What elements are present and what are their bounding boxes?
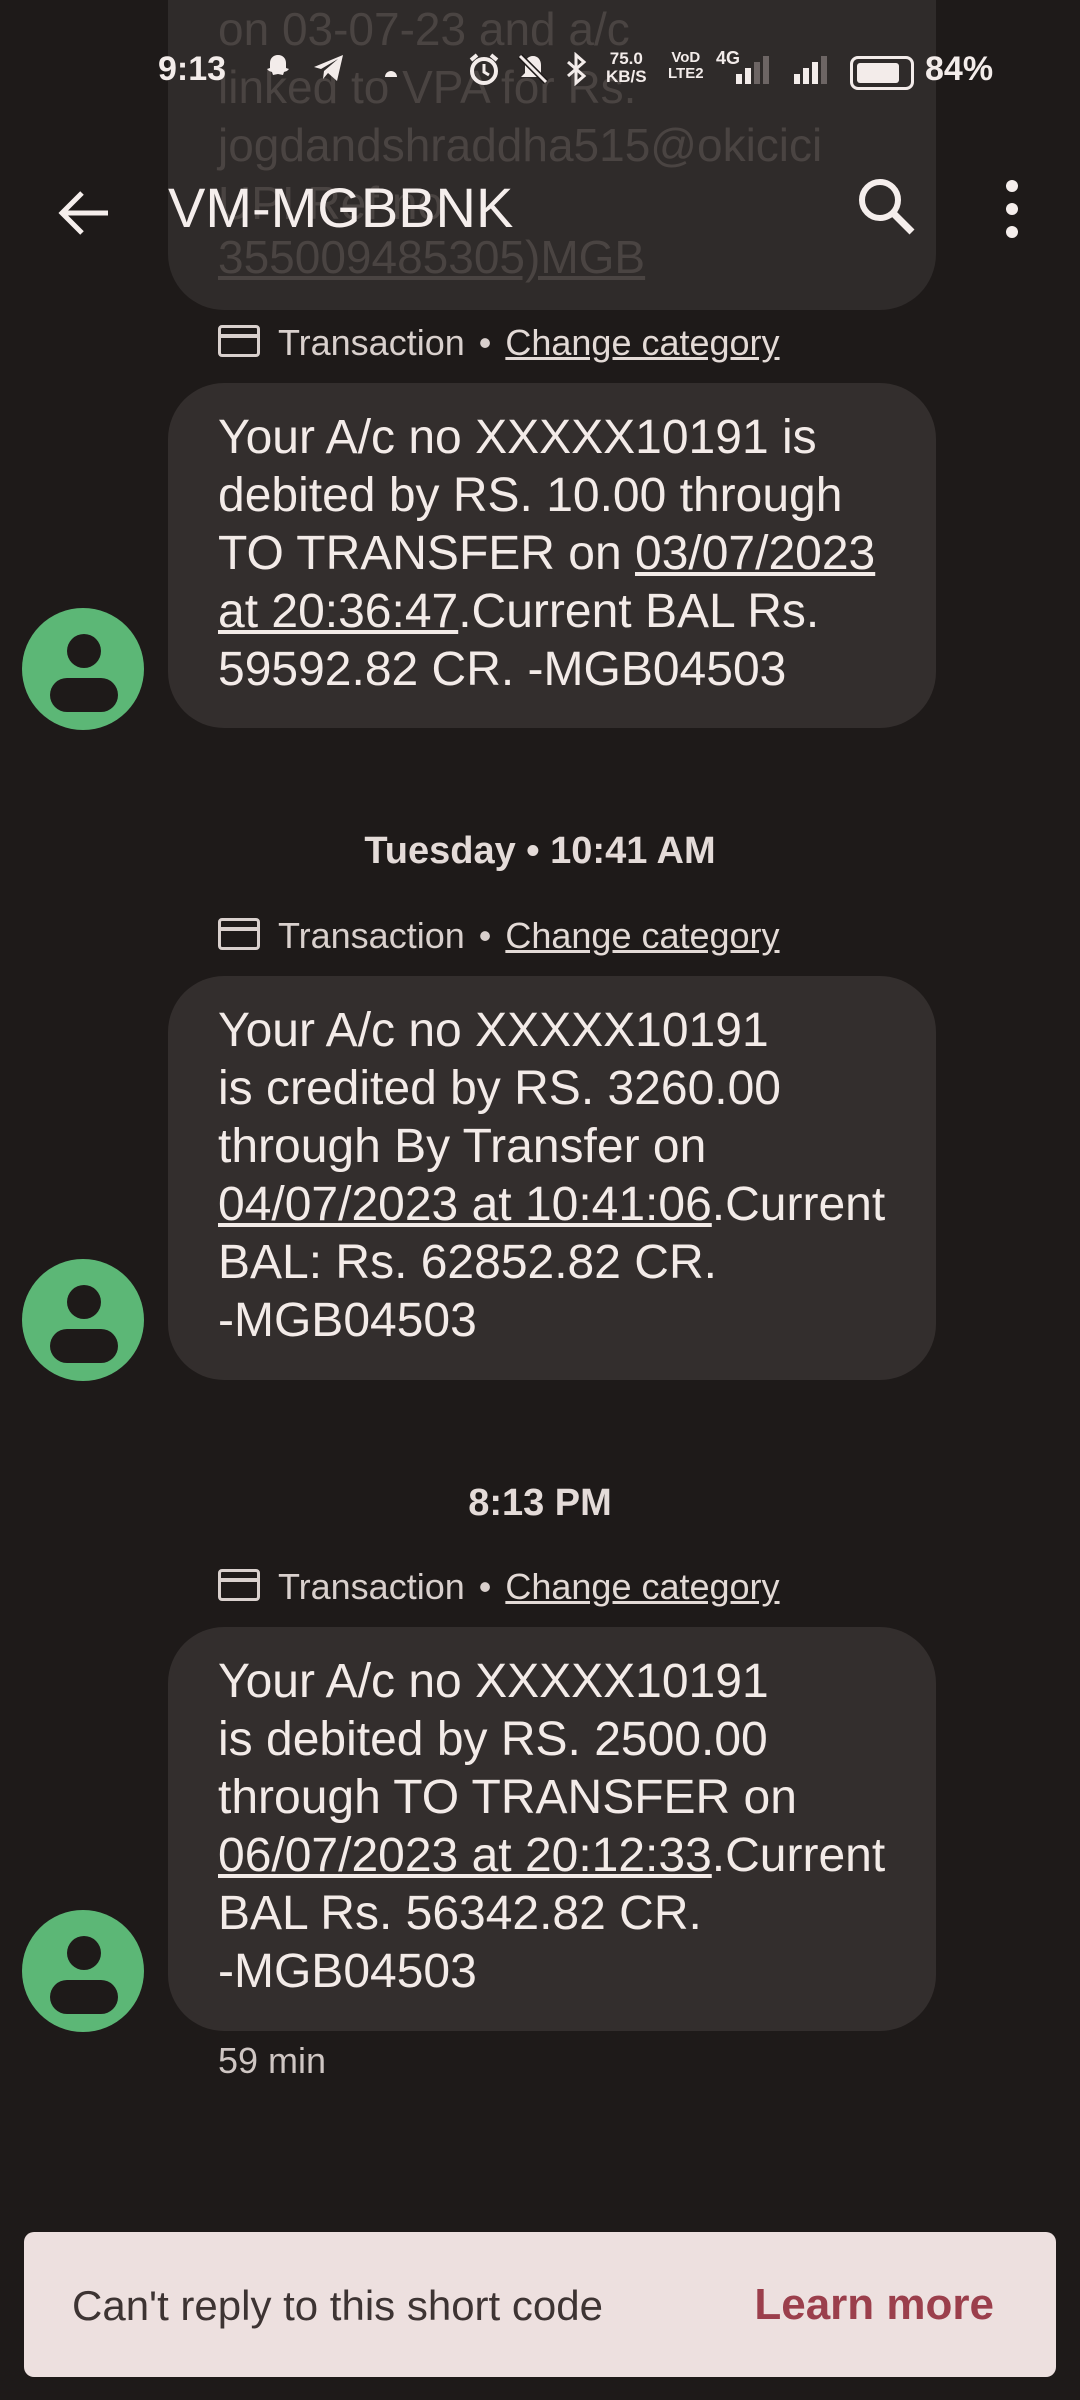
message-line: BAL: Rs. 62852.82 CR. <box>218 1236 717 1289</box>
person-icon-body <box>50 1329 118 1363</box>
volte-indicator: VoD LTE2 <box>668 50 704 82</box>
message-line: Your A/c no XXXXX10191 is <box>218 411 817 464</box>
message-line: is debited by RS. 2500.00 <box>218 1713 768 1766</box>
date-link[interactable]: 03/07/2023 <box>635 527 875 580</box>
volte-top: VoD <box>671 49 701 66</box>
signal-1-icon <box>734 52 774 94</box>
message-line: -MGB04503 <box>218 1945 477 1998</box>
time-link[interactable]: at 20:36:47 <box>218 585 458 638</box>
sender-avatar[interactable] <box>22 1259 144 1381</box>
message-text: .Current BAL Rs. <box>458 585 820 638</box>
message-line: 06/07/2023 at 20:12:33.Current <box>218 1827 906 1885</box>
credit-card-icon <box>218 1569 260 1602</box>
category-separator: • <box>478 915 492 956</box>
credit-card-icon <box>218 325 260 358</box>
category-row: Transaction • Change category <box>218 322 780 364</box>
date-time-link[interactable]: 04/07/2023 at 10:41:06 <box>218 1178 712 1231</box>
person-icon <box>67 1285 101 1319</box>
category-label: Transaction <box>278 1566 465 1607</box>
sender-avatar[interactable] <box>22 608 144 730</box>
network-speed-value: 75.0 <box>609 49 643 68</box>
change-category-link[interactable]: Change category <box>505 915 779 956</box>
message-text: TO TRANSFER on <box>218 527 635 580</box>
message-line: is credited by RS. 3260.00 <box>218 1062 781 1115</box>
change-category-link[interactable]: Change category <box>505 1566 779 1607</box>
status-time: 9:13 <box>158 50 227 88</box>
learn-more-link[interactable]: Learn more <box>754 2280 994 2330</box>
category-separator: • <box>478 1566 492 1607</box>
more-options-icon[interactable] <box>990 174 1034 244</box>
person-icon-body <box>50 1980 118 2014</box>
bluetooth-icon <box>564 51 590 94</box>
conversation-header: VM-MGBBNK <box>0 150 1080 270</box>
telegram-icon <box>312 52 346 92</box>
person-icon <box>67 1936 101 1970</box>
message-line: 59592.82 CR. -MGB04503 <box>218 643 787 696</box>
person-icon-body <box>50 678 118 712</box>
notification-dot-icon <box>384 48 398 85</box>
message-timestamp: 59 min <box>218 2040 327 2081</box>
message-line: 04/07/2023 at 10:41:06.Current <box>218 1176 906 1234</box>
reply-disabled-banner: Can't reply to this short code Learn mor… <box>24 2232 1056 2377</box>
search-icon[interactable] <box>852 172 922 242</box>
message-line: through TO TRANSFER on <box>218 1771 797 1824</box>
category-row: Transaction • Change category <box>218 1566 780 1608</box>
message-line: through By Transfer on <box>218 1120 707 1173</box>
category-label: Transaction <box>278 322 465 363</box>
message-line: -MGB04503 <box>218 1294 477 1347</box>
status-bar: 9:13 75.0 KB/S VoD LTE2 4G 84% <box>0 38 1080 108</box>
snapchat-icon <box>262 52 294 92</box>
alarm-icon <box>467 52 501 94</box>
network-speed: 75.0 KB/S <box>606 50 647 86</box>
category-label: Transaction <box>278 915 465 956</box>
message-line: TO TRANSFER on 03/07/2023 <box>218 525 906 583</box>
mute-icon <box>516 52 550 94</box>
message-line: at 20:36:47.Current BAL Rs. <box>218 583 906 641</box>
message-line: BAL Rs. 56342.82 CR. <box>218 1887 702 1940</box>
message-bubble[interactable]: Your A/c no XXXXX10191 is debited by RS.… <box>168 1627 936 2031</box>
person-icon <box>67 634 101 668</box>
category-separator: • <box>478 322 492 363</box>
message-text: .Current <box>711 1829 886 1882</box>
reply-disabled-text: Can't reply to this short code <box>72 2282 603 2329</box>
conversation-title: VM-MGBBNK <box>168 176 514 239</box>
signal-2-icon <box>792 52 832 94</box>
date-time-link[interactable]: 06/07/2023 at 20:12:33 <box>218 1829 712 1882</box>
sender-avatar[interactable] <box>22 1910 144 2032</box>
change-category-link[interactable]: Change category <box>505 322 779 363</box>
message-line: debited by RS. 10.00 through <box>218 469 843 522</box>
credit-card-icon <box>218 918 260 951</box>
volte-bottom: LTE2 <box>668 65 704 82</box>
message-bubble[interactable]: Your A/c no XXXXX10191 is debited by RS.… <box>168 383 936 728</box>
message-line: Your A/c no XXXXX10191 <box>218 1655 769 1708</box>
date-separator: 8:13 PM <box>468 1482 612 1524</box>
network-speed-unit: KB/S <box>606 67 647 86</box>
message-bubble[interactable]: Your A/c no XXXXX10191 is credited by RS… <box>168 976 936 1380</box>
battery-fill <box>857 63 899 83</box>
date-separator: Tuesday • 10:41 AM <box>364 830 716 872</box>
message-text: .Current <box>711 1178 886 1231</box>
category-row: Transaction • Change category <box>218 915 780 957</box>
battery-icon <box>850 56 914 90</box>
message-line: Your A/c no XXXXX10191 <box>218 1004 769 1057</box>
back-arrow-icon[interactable] <box>50 178 120 248</box>
battery-percent: 84% <box>925 50 994 88</box>
